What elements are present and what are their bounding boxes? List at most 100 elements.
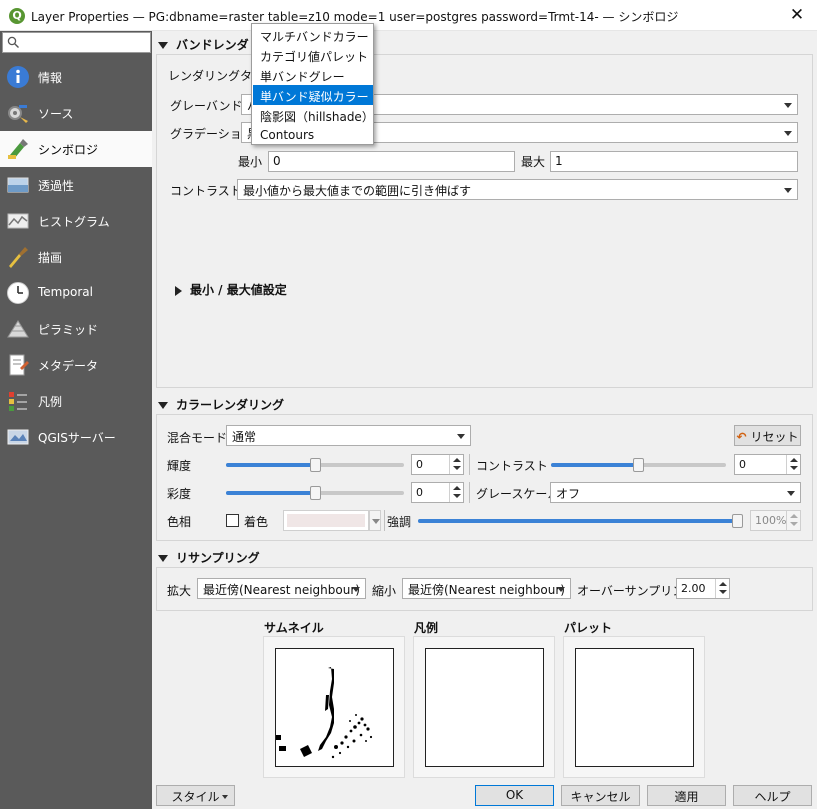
spin-down-icon[interactable] (453, 466, 461, 470)
contrast-enhancement-combo[interactable]: 最小値から最大値までの範囲に引き伸ばす (237, 179, 798, 200)
blend-mode-label: 混合モード (167, 431, 228, 445)
legend-label: 凡例 (414, 621, 439, 635)
slider-handle[interactable] (732, 514, 743, 528)
contrast-spinbox[interactable]: 0 (734, 454, 801, 475)
chevron-down-icon (222, 795, 228, 799)
sidebar-item-metadata[interactable]: メタデータ (0, 347, 152, 383)
blend-mode-value: 通常 (232, 430, 257, 444)
transparency-icon (7, 177, 29, 193)
spin-down-icon[interactable] (719, 590, 727, 594)
spin-up-icon[interactable] (790, 458, 798, 462)
render-type-option-selected[interactable]: 単バンド疑似カラー (253, 85, 373, 105)
qgis-logo-icon: Q (9, 8, 25, 24)
chevron-down-icon (352, 587, 360, 592)
zoom-out-resampling-combo[interactable]: 最近傍(Nearest neighbour) (402, 578, 571, 599)
cancel-button[interactable]: キャンセル (561, 785, 640, 806)
pyramids-icon (7, 320, 29, 338)
color-rendering-header[interactable]: カラーレンダリング (158, 396, 284, 413)
sidebar-item-label: ソース (38, 107, 74, 121)
zoom-in-resampling-combo[interactable]: 最近傍(Nearest neighbour) (197, 578, 366, 599)
help-button[interactable]: ヘルプ (733, 785, 812, 806)
undo-icon: ↶ (736, 430, 747, 444)
colorize-checkbox[interactable] (226, 514, 239, 527)
slider-handle[interactable] (310, 486, 321, 500)
reset-button[interactable]: ↶ リセット (734, 425, 801, 446)
grayscale-value: オフ (556, 487, 581, 501)
palette-label: パレット (564, 621, 613, 635)
legend-preview-frame (425, 648, 544, 767)
collapse-arrow-icon (158, 402, 168, 409)
search-icon (7, 36, 19, 48)
saturation-slider[interactable] (226, 486, 404, 500)
render-type-option[interactable]: マルチバンドカラー (253, 25, 373, 45)
contrast-label: コントラスト (476, 459, 548, 473)
sidebar-item-label: メタデータ (38, 359, 99, 373)
thumbnail-label: サムネイル (264, 621, 324, 635)
sidebar-item-temporal[interactable]: Temporal (0, 275, 152, 311)
thumbnail-image (275, 648, 394, 767)
blend-mode-combo[interactable]: 通常 (226, 425, 471, 446)
sidebar-item-label: 描画 (38, 251, 63, 265)
spin-down-icon[interactable] (453, 494, 461, 498)
slider-handle[interactable] (310, 458, 321, 472)
sidebar-item-transparency[interactable]: 透過性 (0, 167, 152, 203)
chevron-down-icon (784, 131, 792, 136)
resampling-header[interactable]: リサンプリング (158, 549, 260, 566)
search-input[interactable] (2, 32, 151, 53)
max-input[interactable]: 1 (550, 151, 798, 172)
render-type-option[interactable]: カテゴリ値パレット (253, 45, 373, 65)
render-type-option[interactable]: 陰影図（hillshade） (253, 105, 374, 125)
color-dropdown-button[interactable] (369, 510, 381, 531)
grayscale-combo[interactable]: オフ (550, 482, 801, 503)
zoom-in-value: 最近傍(Nearest neighbour) (203, 583, 360, 597)
sidebar-item-info[interactable]: 情報 (0, 59, 152, 95)
strength-value: 100% (755, 514, 787, 527)
style-menu-button[interactable]: スタイル (156, 785, 235, 806)
sidebar-item-label: シンボロジ (38, 143, 99, 157)
chevron-down-icon (784, 103, 792, 108)
sidebar-item-qgis-server[interactable]: QGISサーバー (0, 419, 152, 455)
spin-down-icon[interactable] (790, 466, 798, 470)
colorize-color-button[interactable] (283, 510, 369, 531)
render-type-dropdown-list[interactable]: マルチバンドカラー カテゴリ値パレット 単バンドグレー 単バンド疑似カラー 陰影… (251, 23, 374, 145)
saturation-spinbox[interactable]: 0 (411, 482, 464, 503)
colorize-label: 着色 (244, 515, 269, 529)
ok-button[interactable]: OK (475, 785, 554, 806)
render-type-option[interactable]: Contours (253, 125, 373, 145)
sidebar-item-legend[interactable]: 凡例 (0, 383, 152, 419)
sidebar-item-label: 情報 (38, 71, 63, 85)
strength-slider[interactable] (418, 514, 743, 528)
palette-preview (563, 636, 705, 778)
close-icon[interactable]: ✕ (787, 5, 807, 25)
apply-button[interactable]: 適用 (647, 785, 726, 806)
min-label: 最小 (238, 155, 263, 169)
brightness-slider[interactable] (226, 458, 404, 472)
sidebar-item-pyramids[interactable]: ピラミッド (0, 311, 152, 347)
oversampling-spinbox[interactable]: 2.00 (676, 578, 730, 599)
spin-down-icon (790, 522, 798, 526)
separator (469, 482, 470, 503)
style-label: スタイル (171, 790, 220, 804)
spin-up-icon[interactable] (719, 582, 727, 586)
sidebar-item-histogram[interactable]: ヒストグラム (0, 203, 152, 239)
clock-icon (7, 282, 29, 304)
min-input[interactable]: 0 (268, 151, 515, 172)
minmax-settings-header[interactable]: 最小 / 最大値設定 (175, 281, 287, 298)
title-bar: Q Layer Properties — PG:dbname=raster ta… (0, 0, 817, 31)
sidebar-item-label: 透過性 (38, 179, 75, 193)
spin-up-icon[interactable] (453, 486, 461, 490)
brightness-spinbox[interactable]: 0 (411, 454, 464, 475)
hue-label: 色相 (167, 515, 192, 529)
sidebar-item-source[interactable]: ソース (0, 95, 152, 131)
resampling-title: リサンプリング (176, 551, 260, 565)
sidebar-item-rendering[interactable]: 描画 (0, 239, 152, 275)
contrast-slider[interactable] (551, 458, 726, 472)
gray-band-label: グレーバンド (170, 99, 243, 113)
sidebar-item-symbology[interactable]: シンボロジ (0, 131, 152, 167)
render-type-option[interactable]: 単バンドグレー (253, 65, 373, 85)
chevron-down-icon (557, 587, 565, 592)
contrast-value: 0 (739, 458, 746, 471)
expand-arrow-icon (175, 285, 182, 296)
slider-handle[interactable] (633, 458, 644, 472)
spin-up-icon[interactable] (453, 458, 461, 462)
